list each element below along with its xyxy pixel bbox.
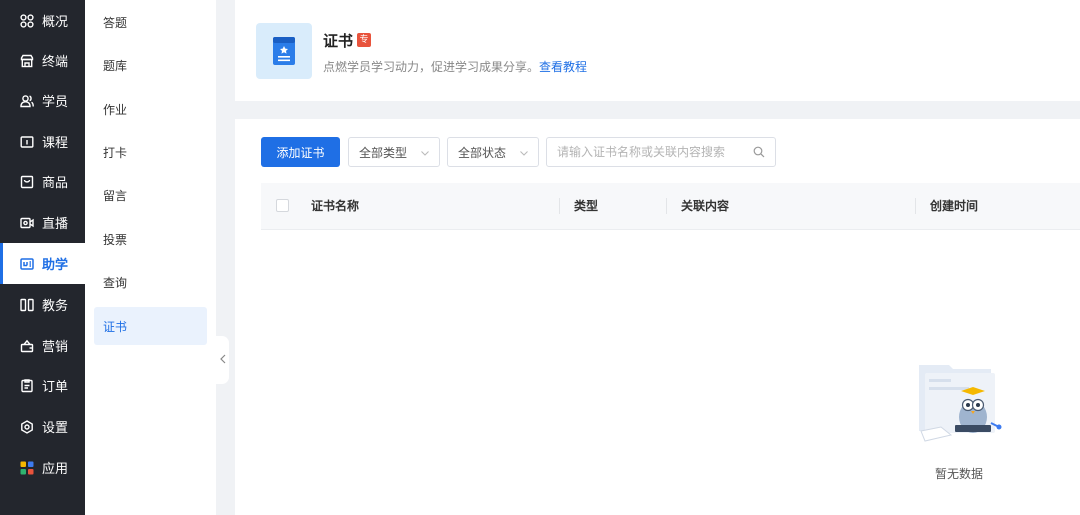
column-divider xyxy=(559,198,560,214)
nav-item-settings[interactable]: 设置 xyxy=(0,406,85,447)
search-icon[interactable] xyxy=(753,146,765,158)
nav-item-label: 课程 xyxy=(42,136,69,151)
table-header: 证书名称 类型 关联内容 创建时间 xyxy=(261,183,1080,230)
store-icon xyxy=(20,54,34,68)
nav-item-course[interactable]: 课程 xyxy=(0,121,85,162)
nav-item-overview[interactable]: 概况 xyxy=(0,0,85,41)
type-filter-value: 全部类型 xyxy=(359,145,408,160)
search-box xyxy=(546,137,776,167)
nav-item-label: 教务 xyxy=(42,299,69,314)
subnav-item-message[interactable]: 留言 xyxy=(94,176,207,214)
nav-item-assist[interactable]: 助学 xyxy=(0,243,85,284)
academic-icon xyxy=(20,298,34,312)
grid-icon xyxy=(20,13,34,28)
nav-item-terminal[interactable]: 终端 xyxy=(0,40,85,81)
nav-item-label: 商品 xyxy=(42,176,69,191)
column-divider xyxy=(666,198,667,214)
goods-icon xyxy=(20,175,34,189)
subnav-item-checkin[interactable]: 打卡 xyxy=(94,133,207,171)
chevron-down-icon xyxy=(420,147,430,157)
status-filter-value: 全部状态 xyxy=(458,145,507,160)
column-header-created-time: 创建时间 xyxy=(930,199,979,213)
column-header-type: 类型 xyxy=(574,199,599,213)
order-icon xyxy=(20,378,34,393)
nav-item-goods[interactable]: 商品 xyxy=(0,161,85,202)
search-input[interactable] xyxy=(557,144,747,160)
nav-item-apps[interactable]: 应用 xyxy=(0,447,85,488)
type-filter-select[interactable]: 全部类型 xyxy=(348,137,440,167)
subnav-item-question-bank[interactable]: 题库 xyxy=(94,46,207,84)
nav-item-label: 设置 xyxy=(42,421,69,436)
nav-item-label: 终端 xyxy=(42,55,69,70)
chevron-down-icon xyxy=(519,147,529,157)
nav-item-label: 订单 xyxy=(42,380,69,395)
subnav-item-vote[interactable]: 投票 xyxy=(94,220,207,258)
column-header-name: 证书名称 xyxy=(311,199,360,213)
chevron-left-icon xyxy=(219,354,226,367)
nav-item-label: 概况 xyxy=(42,15,69,30)
certificate-icon xyxy=(256,23,312,79)
page-title: 证书 xyxy=(323,32,354,50)
pro-badge: 专 xyxy=(357,33,371,47)
secondary-sidebar: 答题 题库 作业 打卡 留言 投票 查询 证书 xyxy=(85,0,216,515)
course-icon xyxy=(20,135,34,149)
nav-item-academic[interactable]: 教务 xyxy=(0,284,85,325)
column-divider xyxy=(915,198,916,214)
column-header-related-content: 关联内容 xyxy=(681,199,730,213)
nav-item-orders[interactable]: 订单 xyxy=(0,365,85,406)
subnav-item-homework[interactable]: 作业 xyxy=(94,90,207,128)
marketing-icon xyxy=(20,339,34,353)
description-text: 点燃学员学习动力，促进学习成果分享。 xyxy=(323,60,540,74)
settings-icon xyxy=(20,419,34,434)
certificate-list-panel: 添加证书 全部类型 全部状态 证书名称 类型 关联内容 创建时间 xyxy=(235,119,1080,515)
primary-sidebar: 概况 终端 学员 课程 商品 直播 助学 教务 营销 订单 设置 应用 xyxy=(0,0,85,515)
users-icon xyxy=(20,94,34,108)
assist-icon xyxy=(20,257,34,271)
add-certificate-button[interactable]: 添加证书 xyxy=(261,137,340,167)
subnav-item-quiz[interactable]: 答题 xyxy=(94,3,207,41)
nav-item-label: 直播 xyxy=(42,217,69,232)
subnav-item-query[interactable]: 查询 xyxy=(94,263,207,301)
apps-icon xyxy=(20,461,34,475)
page-description: 点燃学员学习动力，促进学习成果分享。查看教程 xyxy=(323,58,587,75)
empty-state-text: 暂无数据 xyxy=(934,467,983,481)
nav-item-marketing[interactable]: 营销 xyxy=(0,325,85,366)
sidebar-collapse-handle[interactable] xyxy=(216,336,229,384)
nav-item-students[interactable]: 学员 xyxy=(0,80,85,121)
nav-item-live[interactable]: 直播 xyxy=(0,202,85,243)
subnav-item-certificate[interactable]: 证书 xyxy=(94,307,207,345)
page-header: 证书 专 点燃学员学习动力，促进学习成果分享。查看教程 xyxy=(235,0,1080,101)
tutorial-link[interactable]: 查看教程 xyxy=(539,60,587,74)
nav-item-label: 营销 xyxy=(42,340,69,355)
empty-state-illustration xyxy=(911,361,1007,451)
select-all-checkbox[interactable] xyxy=(276,199,289,212)
nav-item-label: 应用 xyxy=(42,462,69,477)
nav-item-label: 学员 xyxy=(42,95,69,110)
nav-item-label: 助学 xyxy=(42,258,69,273)
live-icon xyxy=(20,216,34,230)
status-filter-select[interactable]: 全部状态 xyxy=(447,137,539,167)
